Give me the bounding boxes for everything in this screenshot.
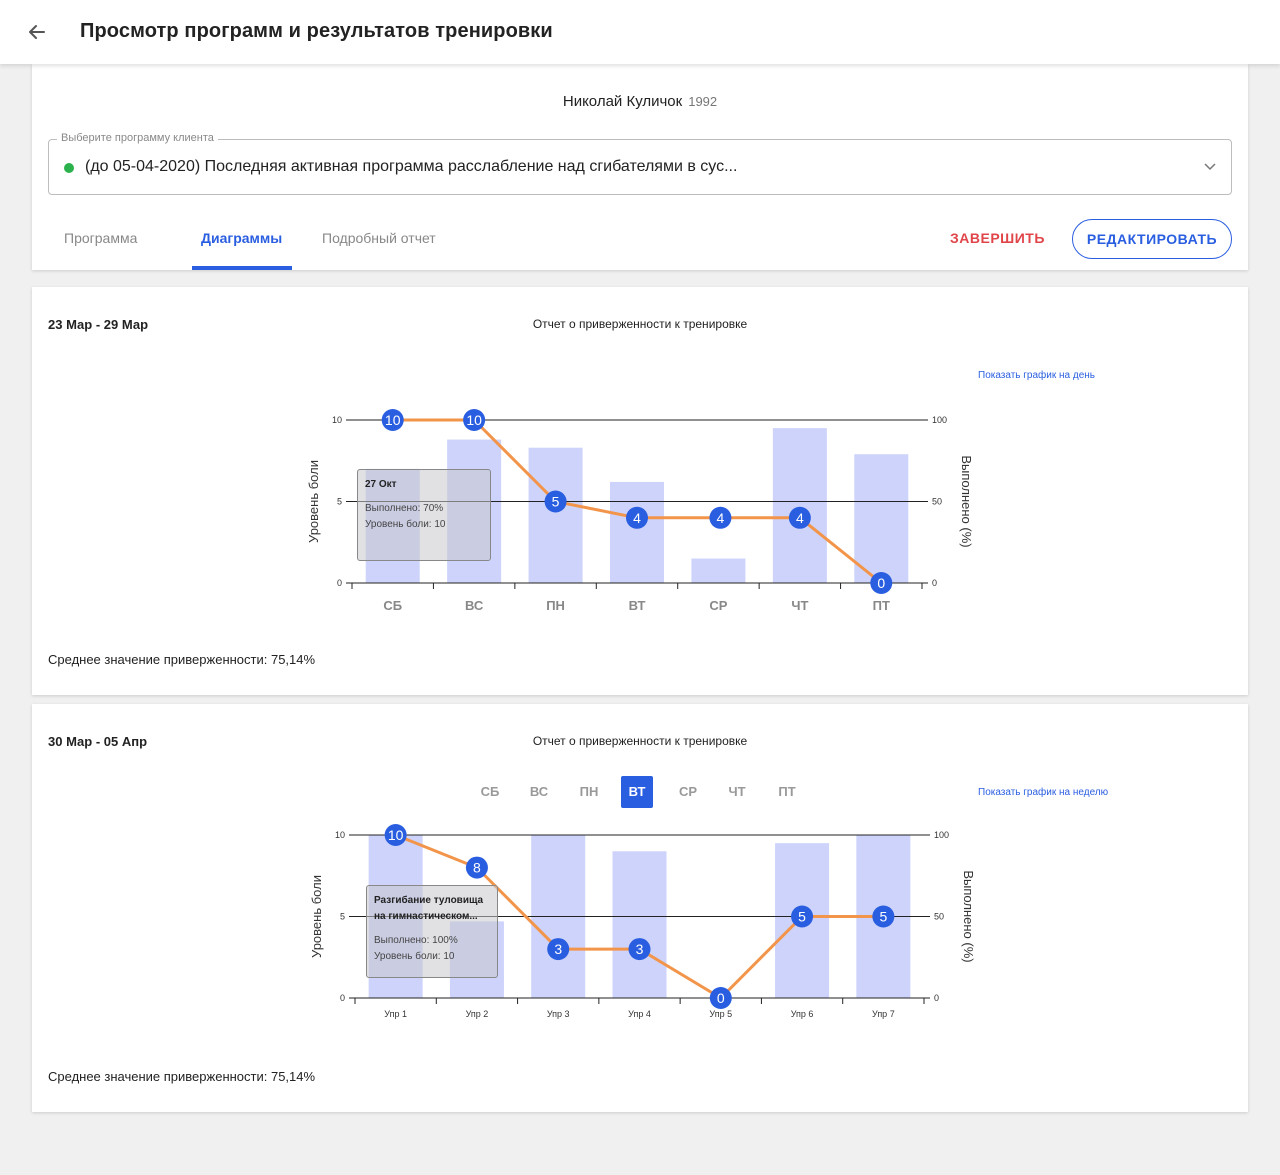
pain-point-label: 5 [798,909,806,925]
y-tick-label-right: 50 [934,912,944,922]
tab-charts[interactable]: Диаграммы [201,230,282,246]
tooltip-pain: Уровень боли: 10 [365,519,446,530]
pain-point-label: 0 [877,575,885,591]
pain-point-label: 0 [717,990,725,1006]
client-info: Николай Куличок 1992 [32,93,1248,110]
average-adherence: Среднее значение приверженности: 75,14% [48,1069,316,1084]
tooltip-done: Выполнено: 100% [374,935,458,946]
x-tick-label: СБ [383,598,402,613]
page-title: Просмотр программ и результатов трениров… [80,20,553,42]
y-axis-title-left: Уровень боли [306,460,321,543]
y-tick-label-left: 0 [340,993,345,1003]
pain-point-label: 4 [633,510,641,526]
y-tick-label-right: 0 [932,578,937,588]
x-tick-label: Упр 1 [384,1009,407,1019]
x-tick-label: ВС [465,598,484,613]
x-tick-label: СР [709,598,727,613]
y-tick-label-left: 5 [337,497,342,507]
y-tick-label-right: 100 [934,830,949,840]
y-tick-label-right: 0 [934,993,939,1003]
pain-point-label: 5 [879,909,887,925]
x-tick-label: ПТ [873,598,890,613]
bar [610,481,664,583]
active-status-dot [64,163,74,173]
pain-point-label: 4 [796,510,804,526]
y-tick-label-left: 10 [335,830,345,840]
tooltip-title-line2: на гимнастическом... [374,911,478,922]
pain-point-label: 10 [388,827,404,843]
tooltip-title: Разгибание туловища на гимнастическом... [374,893,490,925]
pain-point-label: 3 [636,941,644,957]
pain-point-label: 4 [717,510,725,526]
tab-program[interactable]: Программа [64,230,137,246]
program-select-value: (до 05-04-2020) Последняя активная прогр… [85,158,738,175]
x-tick-label: ЧТ [791,598,808,613]
y-tick-label-right: 100 [932,415,947,425]
pain-point-label: 10 [385,412,401,428]
edit-button[interactable]: РЕДАКТИРОВАТЬ [1072,219,1232,259]
bar [854,454,909,583]
bar [612,851,667,998]
x-tick-label: ПН [546,598,565,613]
pain-point-label: 5 [552,494,560,510]
program-select[interactable]: Выберите программу клиента (до 05-04-202… [48,132,1232,195]
y-tick-label-left: 5 [340,912,345,922]
tooltip-title-line1: Разгибание туловища [374,895,484,906]
tooltip-done: Выполнено: 70% [365,503,444,514]
client-name: Николай Куличок [562,93,683,110]
pain-point-label: 3 [554,941,562,957]
chevron-down-icon[interactable] [1203,160,1217,179]
x-tick-label: Упр 4 [628,1009,651,1019]
average-adherence: Среднее значение приверженности: 75,14% [48,652,316,667]
back-arrow-icon[interactable] [22,18,50,46]
y-tick-label-left: 0 [337,578,342,588]
bar [691,558,746,583]
chart-tooltip: Разгибание туловища на гимнастическом... … [366,885,498,978]
tab-detailed-report[interactable]: Подробный отчет [322,230,436,246]
x-tick-label: Упр 5 [709,1009,732,1019]
daily-chart-card: 30 Мар - 05 Апр Отчет о приверженности к… [32,704,1248,1112]
y-tick-label-right: 50 [932,497,942,507]
y-axis-title-right: Выполнено (%) [961,870,976,962]
x-tick-label: Упр 6 [791,1009,814,1019]
tooltip-pain: Уровень боли: 10 [374,951,455,962]
x-tick-label: Упр 3 [547,1009,570,1019]
x-tick-label: ВТ [629,598,646,613]
chart-tooltip: 27 Окт Выполнено: 70% Уровень боли: 10 [357,469,491,561]
weekly-chart-card: 23 Мар - 29 Мар Отчет о приверженности к… [32,287,1248,695]
y-axis-title-right: Выполнено (%) [959,455,974,547]
bar [772,428,827,583]
client-year: 1992 [688,94,718,109]
pain-point-label: 10 [466,412,482,428]
app-bar: Просмотр программ и результатов трениров… [0,0,1280,64]
x-tick-label: Упр 7 [872,1009,895,1019]
x-tick-label: Упр 2 [466,1009,489,1019]
tooltip-title: 27 Окт [365,479,397,490]
program-select-label: Выберите программу клиента [57,132,218,144]
pain-point-label: 8 [473,860,481,876]
adherence-chart-day: 0510050100Уровень боли Выполнено (%)Упр 1… [309,824,976,1019]
bar [528,447,583,583]
y-axis-title-left: Уровень боли [309,875,324,958]
y-tick-label-left: 10 [332,415,342,425]
client-program-card: Николай Куличок 1992 Выберите программу к… [32,64,1248,270]
active-tab-indicator [192,266,292,270]
finish-button[interactable]: ЗАВЕРШИТЬ [950,230,1045,246]
adherence-chart-week: 0510050100Уровень боли Выполнено (%)СБ ВС П… [306,409,974,613]
